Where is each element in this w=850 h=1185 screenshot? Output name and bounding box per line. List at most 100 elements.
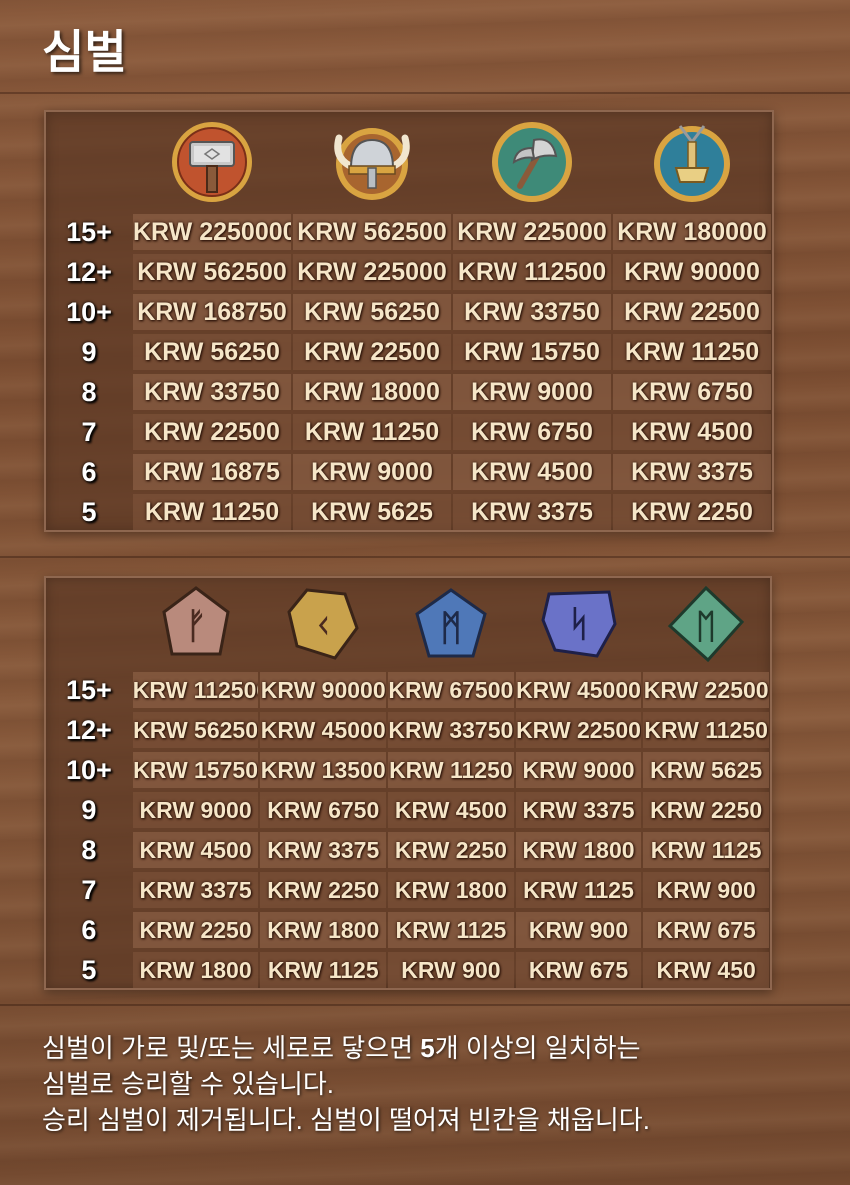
payout-value: KRW 1125 [515,872,642,908]
low-symbol-icon-row: ᚠ ᚲ ᛗ ᛋ ᛖ [46,578,770,670]
payout-value: KRW 9000 [453,374,611,410]
symbol-count: 10+ [66,297,112,327]
symbol-count: 5 [81,497,97,527]
rules-description: 심벌이 가로 및/또는 세로로 닿으면 5개 이상의 일치하는 심벌로 승리할 … [42,1030,832,1138]
wood-plank-seam [0,556,850,558]
payout-value: KRW 45000 [515,672,642,708]
payout-value: KRW 6750 [453,414,611,450]
table-row: 15+ KRW 112500 KRW 90000 KRW 67500 KRW 4… [46,670,770,710]
symbol-count: 5 [81,955,97,985]
symbol-count: 7 [81,875,97,905]
payout-value: KRW 33750 [453,294,611,330]
table-row: 9 KRW 56250 KRW 22500 KRW 15750 KRW 1125… [46,332,772,372]
symbol-count: 9 [81,337,97,367]
table-row: 6 KRW 2250 KRW 1800 KRW 1125 KRW 900 KRW… [46,910,770,950]
wood-plank-seam [0,1004,850,1006]
svg-text:ᛋ: ᛋ [568,604,590,645]
symbol-count: 8 [81,377,97,407]
payout-value: KRW 900 [388,952,514,988]
payout-value: KRW 3375 [515,792,642,828]
payout-value: KRW 22500 [293,334,451,370]
payout-value: KRW 675 [515,952,642,988]
high-symbol-paytable: 15+ KRW 2250000 KRW 562500 KRW 225000 KR… [44,110,774,532]
svg-text:ᛗ: ᛗ [440,608,462,649]
payout-value: KRW 33750 [388,712,514,748]
payout-value: KRW 9000 [132,792,259,828]
payout-value: KRW 6750 [613,374,771,410]
payout-value: KRW 18000 [293,374,451,410]
payout-value: KRW 5625 [293,494,451,530]
payout-value: KRW 67500 [388,672,514,708]
symbol-count: 7 [81,417,97,447]
payout-value: KRW 2250 [260,872,387,908]
payout-value: KRW 3375 [260,832,387,868]
payout-value: KRW 225000 [453,214,611,250]
payout-value: KRW 1125 [388,912,514,948]
payout-value: KRW 11250 [613,334,771,370]
payout-value: KRW 4500 [453,454,611,490]
symbol-count: 15+ [65,675,112,705]
table-row: 8 KRW 33750 KRW 18000 KRW 9000 KRW 6750 [46,372,772,412]
payout-value: KRW 11250 [643,712,769,748]
table-row: 12+ KRW 56250 KRW 45000 KRW 33750 KRW 22… [46,710,770,750]
svg-text:ᚲ: ᚲ [312,606,334,647]
payout-value: KRW 22500 [515,712,642,748]
symbol-count: 8 [81,835,97,865]
payout-value: KRW 9000 [515,752,642,788]
payout-value: KRW 1800 [515,832,642,868]
payout-value: KRW 3375 [453,494,611,530]
payout-value: KRW 4500 [388,792,514,828]
symbol-count: 6 [81,915,97,945]
symbol-count: 12+ [66,257,112,287]
payout-value: KRW 5625 [643,752,769,788]
purple-rune-icon: ᛋ [515,578,643,670]
symbol-count: 12+ [65,715,112,745]
table-row: 10+ KRW 15750 KRW 13500 KRW 11250 KRW 90… [46,750,770,790]
payout-value: KRW 1800 [388,872,514,908]
payout-value: KRW 675 [643,912,769,948]
payout-value: KRW 11250 [293,414,451,450]
low-symbol-payout-rows: 15+ KRW 112500 KRW 90000 KRW 67500 KRW 4… [46,670,770,990]
payout-value: KRW 112500 [453,254,611,290]
payout-value: KRW 4500 [613,414,771,450]
payout-value: KRW 15750 [453,334,611,370]
table-row: 8 KRW 4500 KRW 3375 KRW 2250 KRW 1800 KR… [46,830,770,870]
payout-value: KRW 3375 [132,872,259,908]
payout-value: KRW 90000 [613,254,771,290]
table-row: 9 KRW 9000 KRW 6750 KRW 4500 KRW 3375 KR… [46,790,770,830]
payout-value: KRW 45000 [260,712,387,748]
page-title: 심벌 [42,26,127,78]
payout-value: KRW 90000 [260,672,387,708]
payout-value: KRW 2250 [132,912,259,948]
payout-value: KRW 3375 [613,454,771,490]
payout-value: KRW 562500 [133,254,291,290]
payout-value: KRW 6750 [260,792,387,828]
symbol-count: 15+ [66,217,112,247]
rules-line-2: 심벌로 승리할 수 있습니다. [42,1069,335,1099]
hammer-icon [132,112,292,212]
payout-value: KRW 562500 [293,214,451,250]
low-symbol-paytable: ᚠ ᚲ ᛗ ᛋ ᛖ 15+ KRW 112500 KRW 90000 KRW 6… [44,576,772,990]
payout-value: KRW 1800 [260,912,387,948]
rules-line-3: 승리 심벌이 제거됩니다. 심벌이 떨어져 빈칸을 채웁니다. [42,1105,650,1135]
payout-value: KRW 2250000 [133,214,291,250]
payout-value: KRW 11250 [133,494,291,530]
svg-text:ᛖ: ᛖ [696,607,716,647]
payout-value: KRW 1125 [260,952,387,988]
svg-text:ᚠ: ᚠ [185,606,207,647]
table-row: 6 KRW 16875 KRW 9000 KRW 4500 KRW 3375 [46,452,772,492]
payout-value: KRW 112500 [132,672,259,708]
axe-icon [452,112,612,212]
payout-value: KRW 22500 [133,414,291,450]
table-row: 15+ KRW 2250000 KRW 562500 KRW 225000 KR… [46,212,772,252]
payout-value: KRW 56250 [293,294,451,330]
payout-value: KRW 56250 [132,712,259,748]
payout-value: KRW 9000 [293,454,451,490]
payout-value: KRW 16875 [133,454,291,490]
rules-line-1: 심벌이 가로 및/또는 세로로 닿으면 5개 이상의 일치하는 [42,1033,641,1063]
payout-value: KRW 450 [643,952,769,988]
table-row: 7 KRW 3375 KRW 2250 KRW 1800 KRW 1125 KR… [46,870,770,910]
payout-value: KRW 1800 [132,952,259,988]
table-row: 10+ KRW 168750 KRW 56250 KRW 33750 KRW 2… [46,292,772,332]
table-row: 5 KRW 11250 KRW 5625 KRW 3375 KRW 2250 [46,492,772,532]
